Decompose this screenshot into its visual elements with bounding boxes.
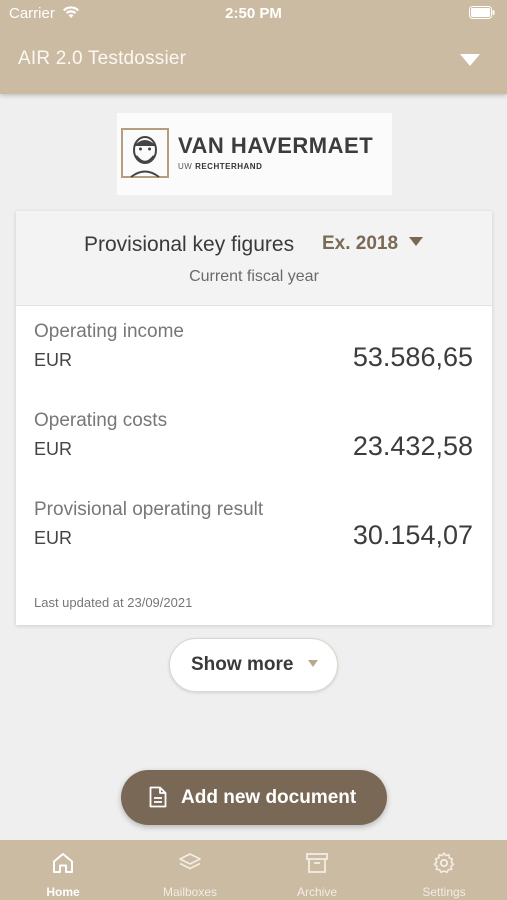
battery-icon — [469, 6, 495, 19]
metric-operating-result: Provisional operating result EUR 30.154,… — [16, 499, 492, 579]
metric-label: Operating income — [34, 321, 184, 342]
show-more-button[interactable]: Show more — [169, 638, 338, 692]
fiscal-year-select[interactable]: Ex. 2018 — [322, 233, 423, 259]
tab-label: Mailboxes — [162, 885, 218, 899]
card-title: Provisional key figures — [84, 233, 295, 256]
tab-label: Archive — [296, 885, 337, 899]
chevron-down-icon — [308, 660, 318, 667]
tab-archive[interactable]: Archive — [254, 840, 380, 900]
chevron-down-icon[interactable] — [408, 237, 423, 247]
metric-unit: EUR — [34, 439, 73, 459]
card-subtitle: Current fiscal year — [189, 268, 319, 285]
dossier-title[interactable]: AIR 2.0 Testdossier — [18, 48, 186, 70]
gear-icon — [433, 852, 455, 874]
metric-value: 23.432,58 — [352, 431, 473, 461]
tab-settings[interactable]: Settings — [381, 840, 507, 900]
logo-portrait-icon — [121, 128, 169, 178]
logo-name: VAN HAVERMAET — [178, 133, 374, 158]
chevron-down-icon[interactable] — [460, 54, 480, 66]
document-icon — [149, 786, 167, 808]
tab-mailboxes[interactable]: Mailboxes — [127, 840, 253, 900]
tab-home[interactable]: Home — [0, 840, 126, 900]
metric-value: 30.154,07 — [352, 520, 473, 550]
clock: 2:50 PM — [225, 5, 282, 22]
metric-operating-costs: Operating costs EUR 23.432,58 — [16, 410, 492, 490]
metric-unit: EUR — [34, 350, 73, 370]
layers-icon — [179, 853, 201, 870]
logo-tagline: UW RECHTERHAND — [178, 162, 263, 171]
show-more-label: Show more — [191, 654, 294, 675]
status-bar: Carrier 2:50 PM — [0, 0, 507, 30]
key-figures-card: Provisional key figures Ex. 2018 Current… — [16, 211, 492, 625]
metric-label: Provisional operating result — [34, 499, 264, 520]
tab-label: Home — [46, 885, 80, 899]
metric-value: 53.586,65 — [352, 342, 473, 372]
metric-operating-income: Operating income EUR 53.586,65 — [16, 321, 492, 401]
card-header: Provisional key figures Ex. 2018 Current… — [16, 211, 492, 306]
archive-box-icon — [306, 853, 328, 873]
home-icon — [53, 853, 73, 873]
company-logo: VAN HAVERMAET UW RECHTERHAND — [117, 113, 392, 195]
fiscal-year-value[interactable]: Ex. 2018 — [322, 233, 398, 254]
tab-bar: Home Mailboxes Archive Settings — [0, 840, 507, 900]
metric-unit: EUR — [34, 528, 73, 548]
last-updated-text: Last updated at 23/09/2021 — [34, 595, 193, 610]
metric-label: Operating costs — [34, 410, 168, 431]
add-document-label: Add new document — [181, 787, 357, 808]
add-document-button[interactable]: Add new document — [121, 770, 387, 825]
tab-label: Settings — [422, 885, 466, 899]
app-header: Carrier 2:50 PM AIR 2.0 Testdossier — [0, 0, 507, 94]
